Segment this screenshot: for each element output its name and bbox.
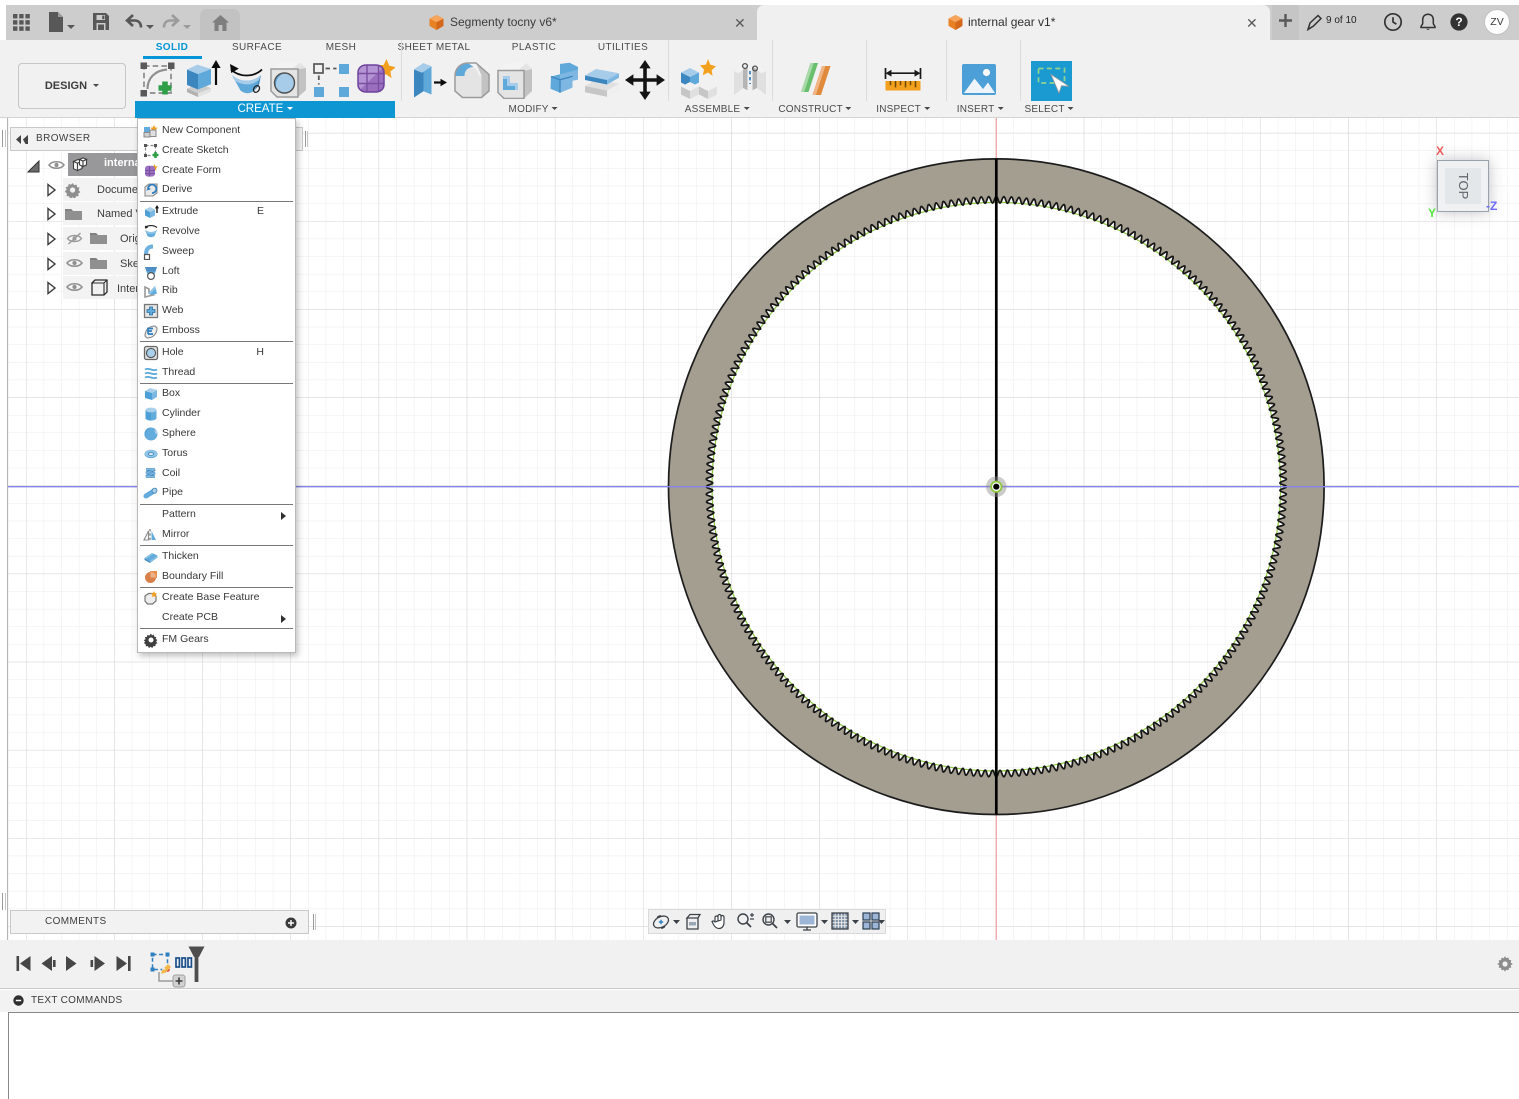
svg-text:?: ?	[1455, 15, 1462, 29]
